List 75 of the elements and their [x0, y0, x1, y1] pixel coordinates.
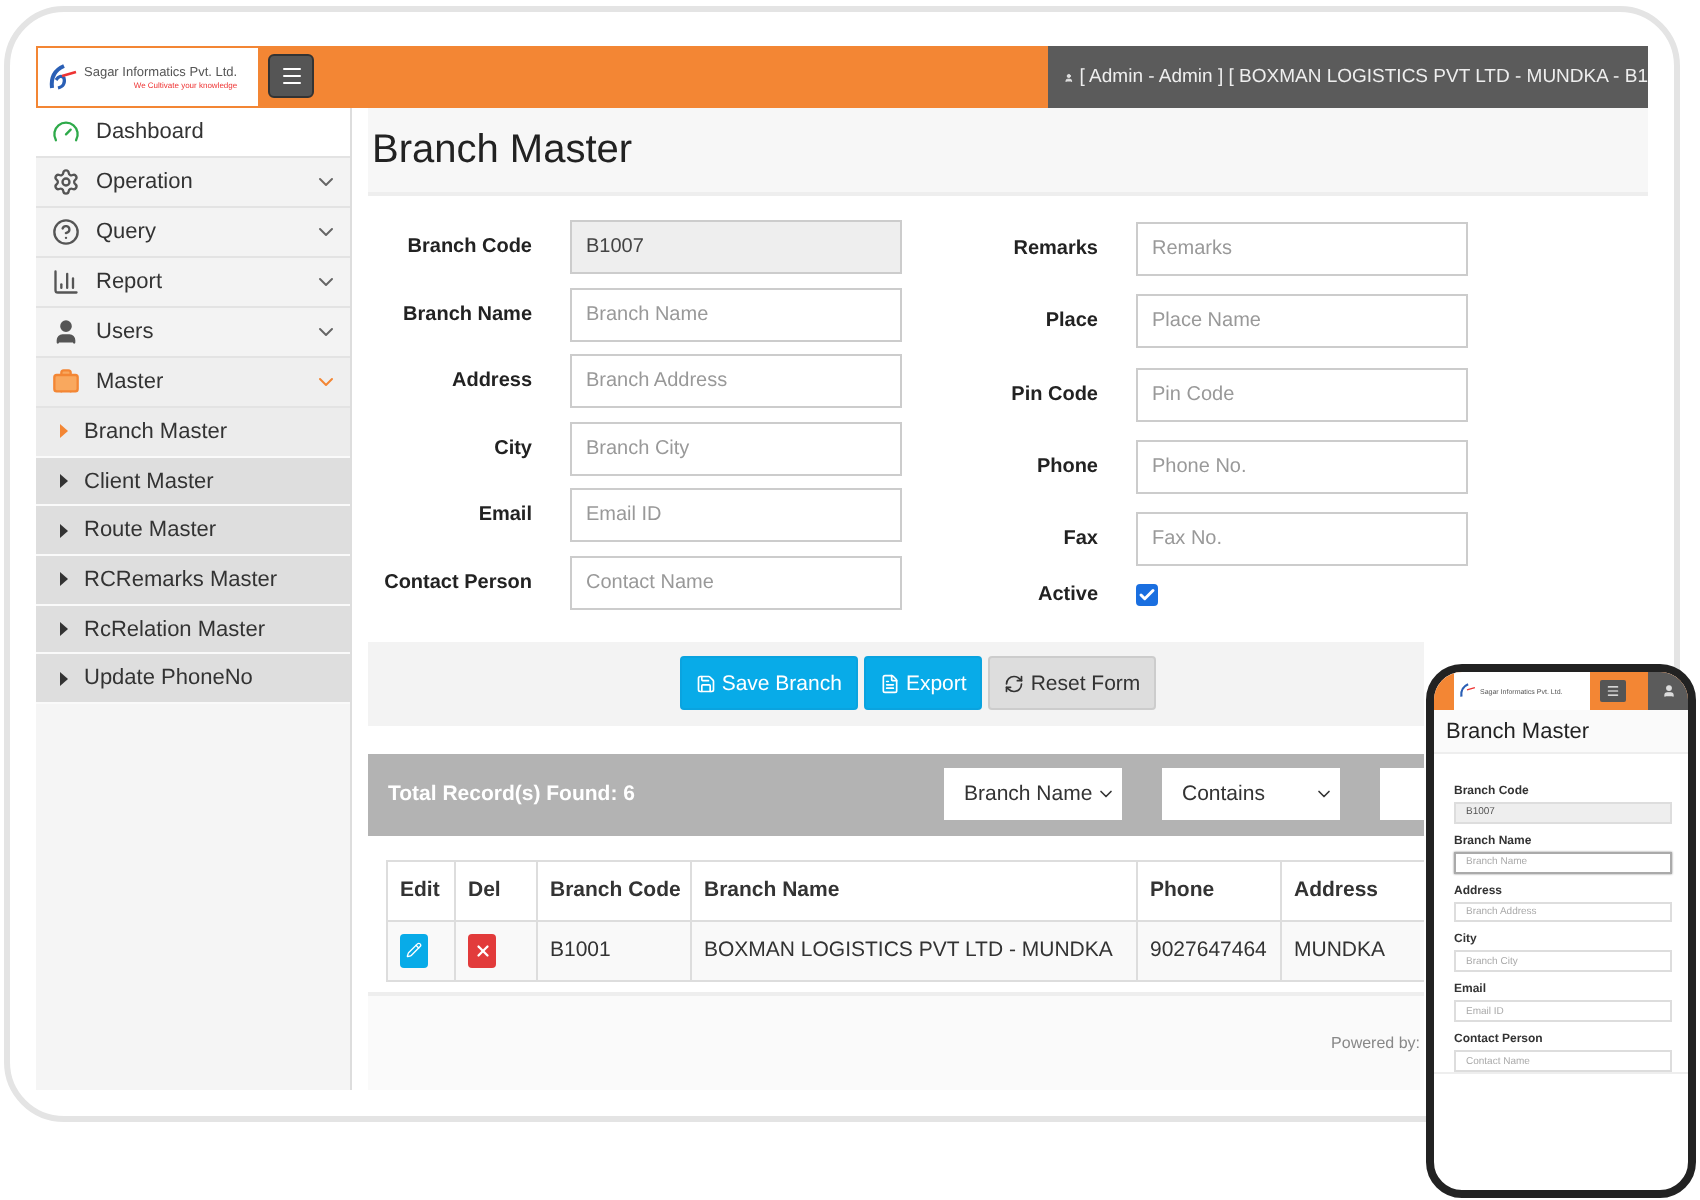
question-icon [52, 218, 80, 246]
text-field[interactable]: Pin Code [1136, 367, 1468, 422]
text-field[interactable]: Email ID [570, 488, 902, 542]
submenu-item[interactable]: RCRemarks Master [36, 556, 350, 606]
submenu-item[interactable]: Update PhoneNo [36, 654, 350, 705]
active-checkbox[interactable] [1136, 584, 1158, 607]
footer-text: Powered by: [1331, 1033, 1420, 1051]
field-label: Phone [1034, 455, 1098, 478]
field-label: Contact Person [382, 571, 532, 593]
pencil-icon [406, 942, 422, 958]
column-header: Branch Name [691, 860, 1137, 920]
triangle-icon [60, 671, 68, 686]
phone-page-title: Branch Master [1434, 710, 1688, 754]
text-field[interactable]: Phone No. [1136, 439, 1468, 494]
filter-select[interactable]: Branch Name [944, 768, 1122, 820]
text-field[interactable]: Fax No. [1136, 511, 1468, 566]
text-field[interactable]: Branch City [570, 421, 902, 475]
save-icon [695, 673, 716, 693]
field-label: Remarks [1011, 238, 1098, 261]
field-label: Email [476, 504, 532, 526]
menu-icon [279, 64, 303, 88]
text-field[interactable]: Contact Name [570, 555, 902, 609]
field-label: Branch Code [405, 236, 532, 258]
submenu-item[interactable]: Branch Master [36, 408, 350, 458]
text-field[interactable]: Branch Address [570, 354, 902, 408]
action-button[interactable]: Reset Form [988, 656, 1157, 710]
triangle-icon [60, 523, 68, 538]
filter-select[interactable]: Contains [1162, 768, 1340, 820]
triangle-icon [60, 572, 68, 587]
submenu-item[interactable]: Client Master [36, 457, 350, 507]
dashboard-gauge-icon [52, 118, 80, 146]
submenu-item[interactable]: RcRelation Master [36, 605, 350, 655]
table-cell: BOXMAN LOGISTICS PVT LTD - MUNDKA [691, 920, 1137, 980]
bar-chart-icon [52, 268, 80, 296]
field-label: City [492, 437, 532, 459]
close-icon [473, 941, 491, 959]
field-label: Address [449, 370, 532, 392]
document-icon [879, 673, 900, 693]
briefcase-icon [52, 368, 80, 396]
delete-button[interactable] [468, 933, 496, 967]
user-menu-button[interactable] [1648, 672, 1688, 710]
user-icon [1661, 684, 1675, 698]
sidebar-item[interactable]: Dashboard [36, 108, 350, 158]
field-label: Place [1043, 310, 1098, 333]
column-header: Address [1281, 860, 1424, 920]
sidebar-item[interactable]: Master [36, 358, 350, 408]
menu-icon [1606, 684, 1620, 698]
menu-button[interactable] [268, 54, 314, 98]
field-label: Active [1035, 584, 1098, 607]
search-field[interactable] [1380, 768, 1424, 820]
field-label: Pin Code [1009, 383, 1098, 406]
table-cell: MUNDKA [1281, 920, 1424, 980]
gear-icon [52, 168, 80, 196]
field-label: Branch Name [401, 303, 532, 325]
triangle-icon [60, 622, 68, 637]
record-count: Total Record(s) Found: 6 [388, 782, 637, 806]
text-field[interactable]: Remarks [1136, 222, 1468, 277]
text-field[interactable]: Place Name [1136, 294, 1468, 349]
column-header: Edit [387, 860, 455, 920]
triangle-icon [60, 424, 68, 439]
page-title: Branch Master [372, 127, 633, 173]
column-header: Phone [1137, 860, 1281, 920]
edit-button[interactable] [400, 933, 428, 967]
user-icon [52, 318, 80, 346]
text-field[interactable]: Branch Name [570, 287, 902, 341]
logo-mark-icon [46, 61, 78, 93]
column-header: Branch Code [537, 860, 691, 920]
field-label: Fax [1061, 527, 1098, 550]
column-header: Del [455, 860, 537, 920]
table-cell: B1001 [537, 920, 691, 980]
logo-mark-icon [1458, 682, 1476, 700]
table-cell: 9027647464 [1137, 920, 1281, 980]
triangle-icon [60, 474, 68, 489]
submenu-item[interactable]: Route Master [36, 506, 350, 557]
refresh-icon [1004, 673, 1025, 693]
